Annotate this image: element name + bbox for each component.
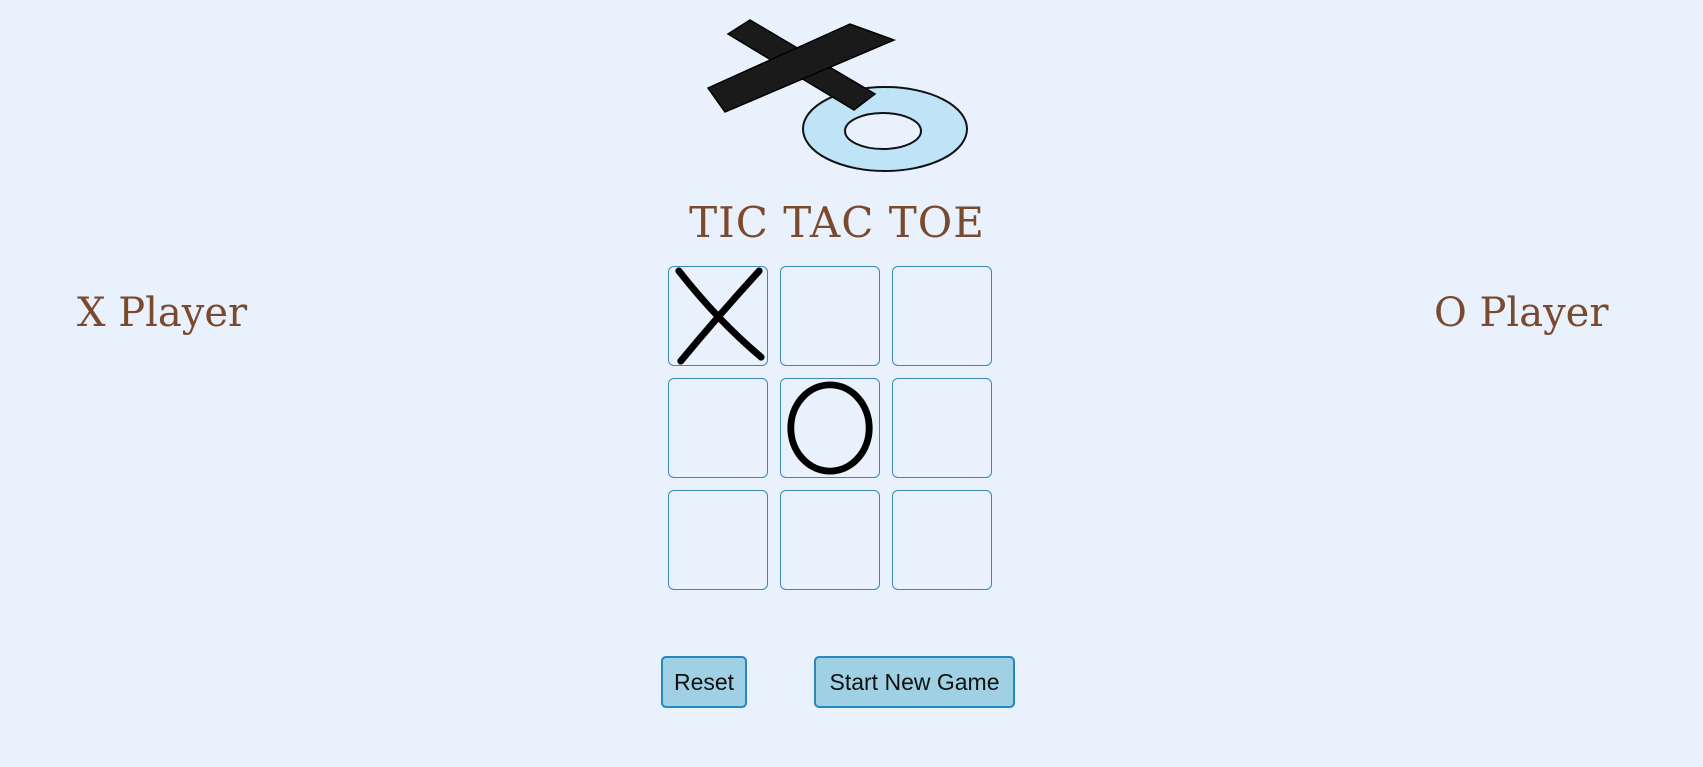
x-player-label: X Player [77,290,248,336]
board-cell[interactable] [780,266,880,366]
board-cell[interactable] [892,490,992,590]
board-cell[interactable] [780,490,880,590]
board-cell[interactable] [668,266,768,366]
page-title: TIC TAC TOE [689,198,985,247]
board-cell[interactable] [780,378,880,478]
o-player-label: O Player [1434,290,1609,336]
xo-logo-icon [706,19,968,172]
board-cell[interactable] [668,378,768,478]
o-mark-icon [787,381,873,475]
x-mark-icon [675,267,765,365]
game-board [668,266,994,592]
board-cell[interactable] [892,378,992,478]
board-cell[interactable] [668,490,768,590]
reset-button[interactable]: Reset [661,656,747,708]
start-new-game-button[interactable]: Start New Game [814,656,1015,708]
board-cell[interactable] [892,266,992,366]
